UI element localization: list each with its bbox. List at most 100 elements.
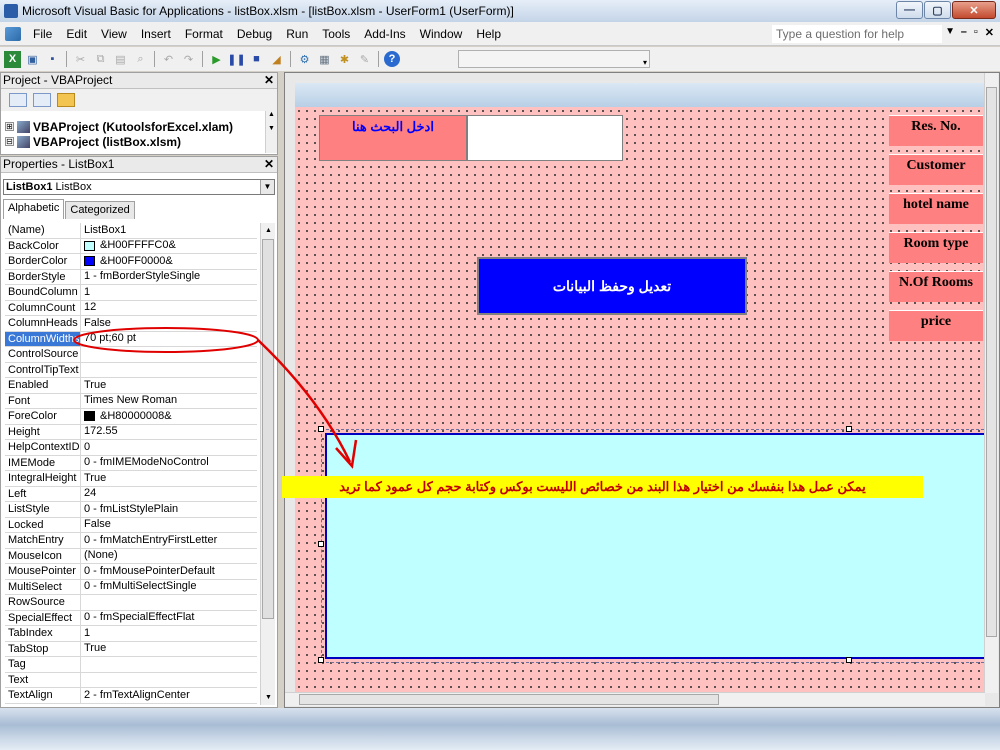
mdi-minimize-button[interactable]: – [961, 26, 967, 39]
property-row[interactable]: Font Times New Roman [5, 393, 257, 409]
menu-insert[interactable]: Insert [134, 27, 178, 41]
copy-icon[interactable]: ⧉ [92, 51, 109, 68]
tab-categorized[interactable]: Categorized [65, 201, 135, 219]
view-code-icon[interactable] [9, 93, 27, 107]
search-label[interactable]: ادخل البحث هنا [319, 115, 467, 161]
property-value[interactable]: 12 [81, 301, 257, 316]
property-row[interactable]: MultiSelect 0 - fmMultiSelectSingle [5, 579, 257, 595]
property-value[interactable]: True [81, 471, 257, 486]
property-value[interactable] [81, 363, 257, 378]
tab-alphabetic[interactable]: Alphabetic [3, 199, 65, 219]
property-row[interactable]: ColumnCount 12 [5, 300, 257, 316]
property-value[interactable]: 2 - fmTextAlignCenter [81, 688, 257, 703]
project-pane-close-icon[interactable]: ✕ [264, 73, 274, 88]
redo-icon[interactable]: ↷ [180, 51, 197, 68]
property-row[interactable]: HelpContextID 0 [5, 440, 257, 456]
label-n-of-rooms[interactable]: N.Of Rooms [889, 271, 983, 302]
property-value[interactable]: 0 - fmListStylePlain [81, 502, 257, 517]
property-value[interactable]: 0 [81, 440, 257, 455]
property-row[interactable]: TextAlign 2 - fmTextAlignCenter [5, 688, 257, 704]
property-value[interactable]: Times New Roman [81, 394, 257, 409]
maximize-button[interactable]: ▢ [924, 1, 951, 19]
property-value[interactable]: False [81, 518, 257, 533]
property-row[interactable]: TabStop True [5, 641, 257, 657]
property-row[interactable]: ListStyle 0 - fmListStylePlain [5, 502, 257, 518]
designer-horizontal-scrollbar[interactable] [285, 692, 985, 706]
property-value[interactable]: (None) [81, 549, 257, 564]
property-row[interactable]: Text [5, 672, 257, 688]
properties-window-icon[interactable]: ▦ [316, 51, 333, 68]
mdi-restore-button[interactable]: ▫ [974, 26, 978, 39]
property-row[interactable]: RowSource [5, 595, 257, 611]
toolbar-options-icon[interactable]: ▾ [643, 58, 647, 67]
property-row[interactable]: Locked False [5, 517, 257, 533]
menu-addins[interactable]: Add-Ins [357, 27, 412, 41]
scroll-thumb[interactable] [299, 694, 719, 705]
property-row[interactable]: ColumnHeads False [5, 316, 257, 332]
property-value[interactable]: 1 [81, 285, 257, 300]
property-row[interactable]: TabIndex 1 [5, 626, 257, 642]
object-browser-icon[interactable]: ✱ [336, 51, 353, 68]
property-value[interactable]: 0 - fmSpecialEffectFlat [81, 611, 257, 626]
menu-view[interactable]: View [94, 27, 134, 41]
toolbox-icon[interactable]: ✎ [356, 51, 373, 68]
edit-save-button[interactable]: تعديل وحفظ البيانات [477, 257, 747, 315]
property-value[interactable]: 0 - fmMatchEntryFirstLetter [81, 533, 257, 548]
label-hotel-name[interactable]: hotel name [889, 193, 983, 224]
scroll-down-icon[interactable]: ▼ [261, 690, 276, 705]
property-row[interactable]: IntegralHeight True [5, 471, 257, 487]
resize-handle[interactable] [318, 657, 324, 663]
property-row[interactable]: BorderColor &H00FF0000& [5, 254, 257, 270]
menu-format[interactable]: Format [178, 27, 230, 41]
property-value[interactable]: True [81, 642, 257, 657]
tree-item[interactable]: ⊟ VBAProject (listBox.xlsm) [5, 134, 233, 149]
toggle-folders-icon[interactable] [57, 93, 75, 107]
menu-file[interactable]: File [26, 27, 59, 41]
property-row[interactable]: IMEMode 0 - fmIMEModeNoControl [5, 455, 257, 471]
property-row[interactable]: Tag [5, 657, 257, 673]
menu-edit[interactable]: Edit [59, 27, 94, 41]
property-row[interactable]: (Name) ListBox1 [5, 223, 257, 239]
userform-canvas[interactable]: ادخل البحث هنا تعديل وحفظ البيانات Res. … [295, 107, 989, 693]
resize-handle[interactable] [318, 426, 324, 432]
reset-icon[interactable]: ■ [248, 51, 265, 68]
property-row[interactable]: Enabled True [5, 378, 257, 394]
resize-handle[interactable] [846, 657, 852, 663]
property-value[interactable]: 70 pt;60 pt [81, 332, 257, 347]
property-row[interactable]: SpecialEffect 0 - fmSpecialEffectFlat [5, 610, 257, 626]
property-row[interactable]: MousePointer 0 - fmMousePointerDefault [5, 564, 257, 580]
help-icon[interactable]: ? [384, 51, 400, 67]
expand-icon[interactable]: ⊞ [5, 122, 14, 131]
property-value[interactable] [81, 673, 257, 688]
scroll-thumb[interactable] [262, 239, 274, 619]
property-value[interactable]: &H00FFFFC0& [81, 239, 257, 254]
property-value[interactable]: True [81, 378, 257, 393]
property-row[interactable]: BoundColumn 1 [5, 285, 257, 301]
property-value[interactable]: ListBox1 [81, 223, 257, 238]
property-row[interactable]: MouseIcon (None) [5, 548, 257, 564]
project-explorer-icon[interactable]: ⚙ [296, 51, 313, 68]
label-price[interactable]: price [889, 310, 983, 341]
collapse-icon[interactable]: ⊟ [5, 137, 14, 146]
property-row[interactable]: Left 24 [5, 486, 257, 502]
label-customer[interactable]: Customer [889, 154, 983, 185]
help-dropdown-icon[interactable]: ▼ [945, 26, 955, 37]
designer-vertical-scrollbar[interactable] [984, 73, 998, 693]
run-icon[interactable]: ▶ [208, 51, 225, 68]
help-search-input[interactable]: Type a question for help [772, 25, 942, 43]
menu-tools[interactable]: Tools [315, 27, 357, 41]
listbox1[interactable] [325, 433, 987, 659]
property-value[interactable]: 0 - fmMousePointerDefault [81, 564, 257, 579]
save-icon[interactable]: ▪ [44, 51, 61, 68]
design-mode-icon[interactable]: ◢ [268, 51, 285, 68]
menu-run[interactable]: Run [279, 27, 315, 41]
properties-pane-close-icon[interactable]: ✕ [264, 157, 274, 172]
userform-titlebar[interactable] [295, 83, 985, 107]
find-icon[interactable]: ⌕ [132, 51, 149, 68]
resize-handle[interactable] [846, 426, 852, 432]
paste-icon[interactable]: ▤ [112, 51, 129, 68]
view-object-icon[interactable] [33, 93, 51, 107]
search-textbox[interactable] [467, 115, 623, 161]
properties-scrollbar[interactable]: ▲ ▼ [260, 223, 275, 705]
menu-debug[interactable]: Debug [230, 27, 279, 41]
